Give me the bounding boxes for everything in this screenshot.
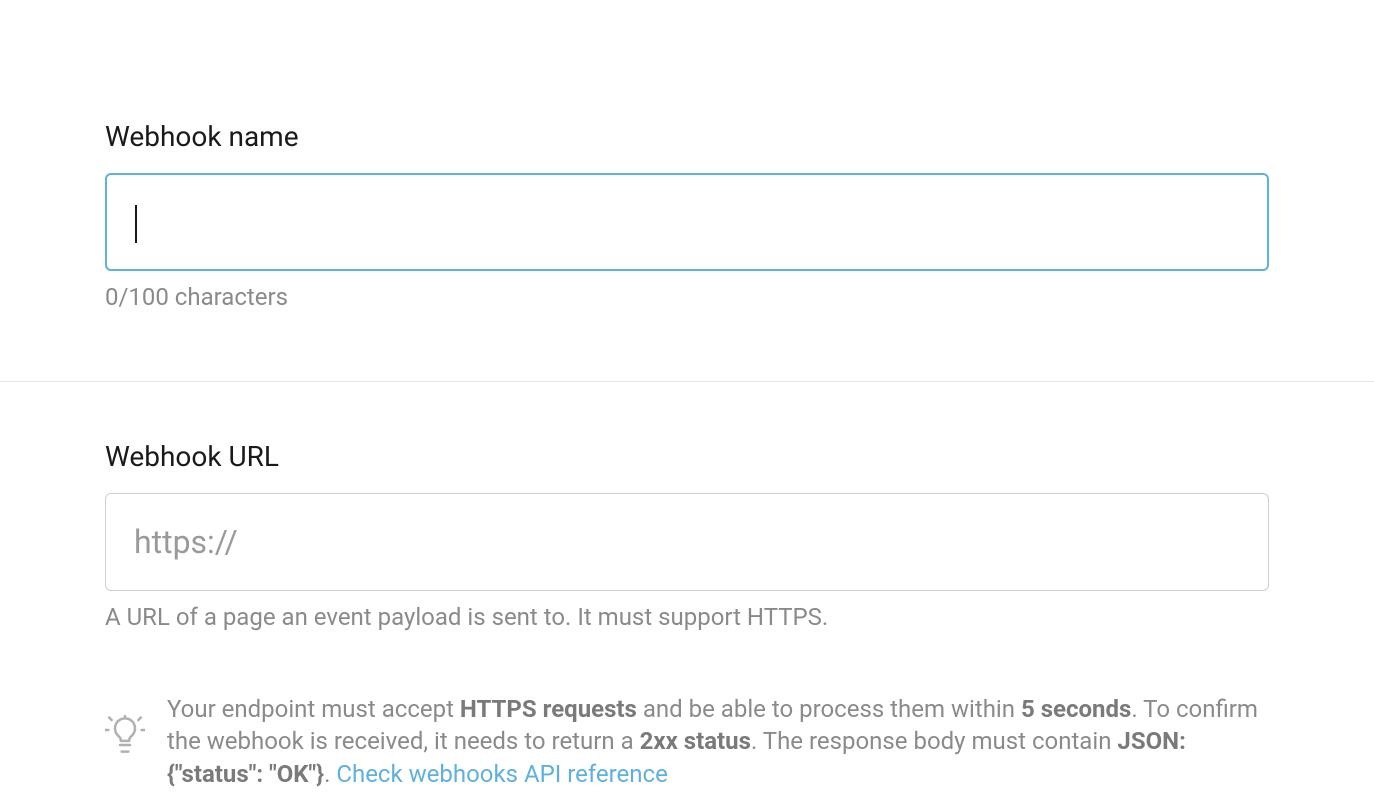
info-bold3: 2xx status xyxy=(640,727,751,755)
webhook-url-helper: A URL of a page an event payload is sent… xyxy=(105,603,1269,631)
webhook-name-section: Webhook name 0/100 characters xyxy=(0,0,1374,381)
api-reference-link[interactable]: Check webhooks API reference xyxy=(336,760,667,788)
info-part4: . The response body must contain xyxy=(751,727,1117,755)
webhook-name-input[interactable] xyxy=(105,173,1269,271)
info-text: Your endpoint must accept HTTPS requests… xyxy=(167,693,1269,790)
webhook-url-label: Webhook URL xyxy=(105,440,1269,473)
webhook-name-counter: 0/100 characters xyxy=(105,283,1269,311)
info-box: Your endpoint must accept HTTPS requests… xyxy=(105,693,1269,790)
text-cursor xyxy=(135,205,137,243)
info-part5: . xyxy=(324,760,336,788)
info-part2: and be able to process them within xyxy=(637,695,1021,723)
webhook-url-section: Webhook URL A URL of a page an event pay… xyxy=(0,382,1374,790)
webhook-name-input-wrapper xyxy=(105,173,1269,271)
info-bold2: 5 seconds xyxy=(1021,695,1131,723)
webhook-name-label: Webhook name xyxy=(105,120,1269,153)
webhook-url-input[interactable] xyxy=(105,493,1269,591)
info-part1: Your endpoint must accept xyxy=(167,695,460,723)
lightbulb-icon xyxy=(105,715,145,759)
info-bold1: HTTPS requests xyxy=(460,695,637,723)
webhook-url-input-wrapper xyxy=(105,493,1269,591)
